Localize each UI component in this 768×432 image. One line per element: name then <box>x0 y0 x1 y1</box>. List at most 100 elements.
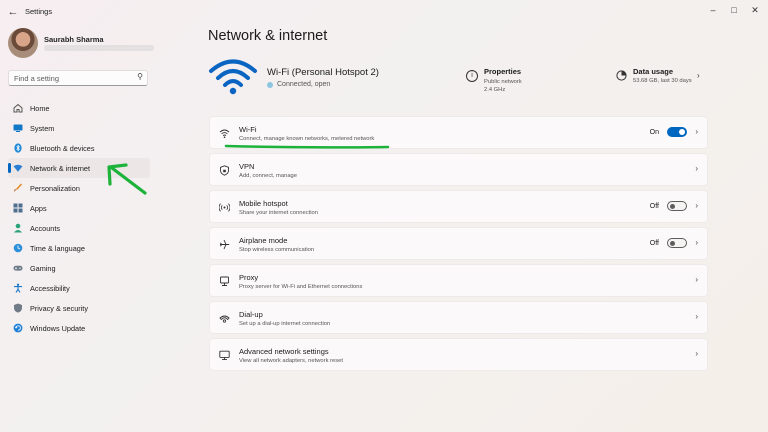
data-usage-link[interactable]: Data usage <box>633 67 673 76</box>
sidebar-item-system[interactable]: System <box>8 118 150 138</box>
network-type: Public network <box>484 79 522 85</box>
sidebar-item-home[interactable]: Home <box>8 98 150 118</box>
update-icon <box>13 323 23 333</box>
sidebar-item-label: Accounts <box>30 224 61 233</box>
sidebar-item-privacy-security[interactable]: Privacy & security <box>8 298 150 318</box>
data-usage-detail: 53.68 GB, last 30 days <box>633 78 692 84</box>
connection-status: Connected, open <box>277 81 331 88</box>
sidebar-item-accessibility[interactable]: Accessibility <box>8 278 150 298</box>
airplane-mode-toggle[interactable] <box>667 238 687 248</box>
setting-title: Airplane mode <box>239 236 288 245</box>
monitor-icon <box>13 124 23 132</box>
avatar <box>8 28 38 58</box>
search-icon[interactable]: ⚲ <box>137 72 143 81</box>
chevron-right-icon[interactable]: › <box>697 71 700 80</box>
brush-icon <box>14 183 23 192</box>
wifi-diamond-icon <box>13 164 23 172</box>
page-title: Network & internet <box>208 28 328 44</box>
sidebar-item-label: Windows Update <box>30 324 86 333</box>
setting-subtitle: Proxy server for Wi-Fi and Ethernet conn… <box>239 284 363 290</box>
app-title: Settings <box>25 7 53 16</box>
sidebar-item-gaming[interactable]: Gaming <box>8 258 150 278</box>
user-email-redacted <box>44 45 154 51</box>
properties-detail: Public network 2.4 GHz <box>484 78 522 94</box>
title-bar: ← Settings – □ ✕ <box>0 0 768 24</box>
close-icon[interactable]: ✕ <box>747 3 763 17</box>
sidebar-item-label: Time & language <box>30 244 85 253</box>
network-settings-list: Wi-Fi Connect, manage known networks, me… <box>209 116 708 375</box>
connected-status-icon <box>267 82 273 88</box>
setting-title: Mobile hotspot <box>239 199 288 208</box>
setting-subtitle: View all network adapters, network reset <box>239 358 343 364</box>
wifi-icon <box>219 129 230 138</box>
user-name: Saurabh Sharma <box>44 35 104 44</box>
search-box[interactable]: ⚲ <box>8 70 148 86</box>
wifi-large-icon <box>209 59 257 95</box>
setting-title: Proxy <box>239 273 259 282</box>
setting-row-vpn[interactable]: VPN Add, connect, manage › <box>209 153 708 186</box>
vpn-shield-icon <box>220 165 229 176</box>
setting-subtitle: Set up a dial-up internet connection <box>239 321 331 327</box>
sidebar-item-label: Personalization <box>30 184 80 193</box>
search-input[interactable] <box>14 73 132 83</box>
setting-title: Wi-Fi <box>239 125 257 134</box>
chevron-right-icon[interactable]: › <box>695 164 698 173</box>
chevron-right-icon[interactable]: › <box>695 275 698 284</box>
sidebar-item-windows-update[interactable]: Windows Update <box>8 318 150 338</box>
setting-row-wifi[interactable]: Wi-Fi Connect, manage known networks, me… <box>209 116 708 149</box>
chevron-right-icon[interactable]: › <box>695 201 698 210</box>
chevron-right-icon[interactable]: › <box>695 312 698 321</box>
chevron-right-icon[interactable]: › <box>695 349 698 358</box>
setting-title: VPN <box>239 162 255 171</box>
chevron-right-icon[interactable]: › <box>695 127 698 136</box>
sidebar-item-personalization[interactable]: Personalization <box>8 178 150 198</box>
apps-grid-icon <box>13 203 23 213</box>
setting-row-airplane-mode[interactable]: Airplane mode Stop wireless communicatio… <box>209 227 708 260</box>
setting-subtitle: Connect, manage known networks, metered … <box>239 136 375 142</box>
setting-subtitle: Stop wireless communication <box>239 247 315 253</box>
toggle-state: Off <box>649 240 659 247</box>
minimize-icon[interactable]: – <box>705 3 721 17</box>
mobile-hotspot-toggle[interactable] <box>667 201 687 211</box>
wifi-toggle[interactable] <box>667 127 687 137</box>
data-usage-icon[interactable] <box>616 70 627 81</box>
sidebar-item-label: Accessibility <box>30 284 70 293</box>
bluetooth-icon <box>14 143 22 153</box>
sidebar-item-bluetooth-devices[interactable]: Bluetooth & devices <box>8 138 150 158</box>
connection-summary: Wi-Fi (Personal Hotspot 2) Connected, op… <box>208 58 708 98</box>
info-icon[interactable]: i <box>466 70 478 82</box>
back-arrow-icon[interactable]: ← <box>6 5 20 19</box>
setting-row-dial-up[interactable]: Dial-up Set up a dial-up internet connec… <box>209 301 708 334</box>
properties-link[interactable]: Properties <box>484 67 521 76</box>
setting-row-advanced-network[interactable]: Advanced network settings View all netwo… <box>209 338 708 371</box>
sidebar-item-label: Home <box>30 104 50 113</box>
setting-row-mobile-hotspot[interactable]: Mobile hotspot Share your internet conne… <box>209 190 708 223</box>
home-icon <box>13 103 23 113</box>
person-icon <box>14 223 22 233</box>
shield-icon <box>14 303 22 313</box>
connection-name: Wi-Fi (Personal Hotspot 2) <box>267 67 379 78</box>
advanced-network-icon <box>219 350 230 361</box>
setting-subtitle: Share your internet connection <box>239 210 318 216</box>
maximize-icon[interactable]: □ <box>726 3 742 17</box>
accessibility-icon <box>14 283 22 293</box>
hotspot-icon <box>219 203 230 212</box>
setting-row-proxy[interactable]: Proxy Proxy server for Wi-Fi and Etherne… <box>209 264 708 297</box>
sidebar-item-label: Gaming <box>30 264 56 273</box>
chevron-right-icon[interactable]: › <box>695 238 698 247</box>
setting-title: Dial-up <box>239 310 263 319</box>
sidebar-item-time-language[interactable]: Time & language <box>8 238 150 258</box>
sidebar-item-network-internet[interactable]: Network & internet <box>8 158 150 178</box>
sidebar-item-label: Apps <box>30 204 47 213</box>
sidebar-item-label: System <box>30 124 55 133</box>
setting-title: Advanced network settings <box>239 347 329 356</box>
dialup-icon <box>219 315 230 323</box>
sidebar-item-label: Privacy & security <box>30 304 88 313</box>
setting-subtitle: Add, connect, manage <box>239 173 298 179</box>
user-profile[interactable]: Saurabh Sharma <box>8 28 158 60</box>
sidebar-item-apps[interactable]: Apps <box>8 198 150 218</box>
sidebar-item-label: Network & internet <box>30 164 91 173</box>
sidebar-item-accounts[interactable]: Accounts <box>8 218 150 238</box>
toggle-state: On <box>649 129 659 136</box>
globe-clock-icon <box>13 243 23 253</box>
